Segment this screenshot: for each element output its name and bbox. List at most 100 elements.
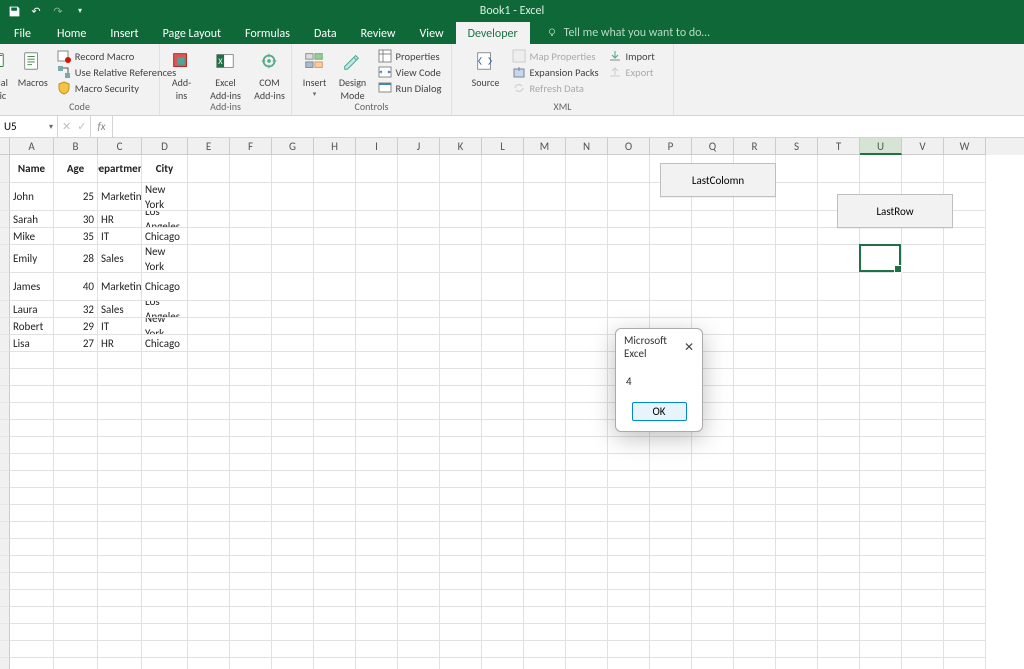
cell[interactable]: [734, 301, 776, 318]
cell[interactable]: [818, 624, 860, 641]
cell[interactable]: [902, 641, 944, 658]
cell[interactable]: [398, 522, 440, 539]
row-header[interactable]: [0, 403, 10, 420]
cell[interactable]: [650, 471, 692, 488]
cell[interactable]: [230, 505, 272, 522]
cell[interactable]: [440, 539, 482, 556]
cell[interactable]: [314, 658, 356, 669]
cell[interactable]: [98, 369, 142, 386]
cell[interactable]: [608, 183, 650, 211]
cell[interactable]: [776, 420, 818, 437]
cell[interactable]: [398, 335, 440, 352]
cell[interactable]: [902, 624, 944, 641]
cell[interactable]: [692, 301, 734, 318]
row-header[interactable]: [0, 488, 10, 505]
cell[interactable]: [356, 386, 398, 403]
cell[interactable]: [944, 641, 986, 658]
cell[interactable]: [314, 539, 356, 556]
cell[interactable]: [188, 437, 230, 454]
row-header[interactable]: [0, 335, 10, 352]
cell[interactable]: [566, 471, 608, 488]
cell[interactable]: [142, 471, 188, 488]
cell[interactable]: [98, 573, 142, 590]
cell[interactable]: [272, 211, 314, 228]
col-header-A[interactable]: A: [10, 138, 54, 155]
cell[interactable]: [608, 471, 650, 488]
cell[interactable]: [524, 211, 566, 228]
cell[interactable]: HR: [98, 335, 142, 352]
row-header[interactable]: [0, 505, 10, 522]
cell[interactable]: [440, 386, 482, 403]
cell[interactable]: [524, 183, 566, 211]
cell[interactable]: [944, 437, 986, 454]
cell[interactable]: [398, 488, 440, 505]
cell[interactable]: [524, 386, 566, 403]
cell[interactable]: [860, 369, 902, 386]
cell[interactable]: [230, 471, 272, 488]
cell[interactable]: [860, 488, 902, 505]
cell[interactable]: [440, 301, 482, 318]
cell[interactable]: 29: [54, 318, 98, 335]
cell[interactable]: [98, 607, 142, 624]
col-header-N[interactable]: N: [566, 138, 608, 155]
cell[interactable]: [230, 211, 272, 228]
cell[interactable]: [650, 301, 692, 318]
cell[interactable]: [860, 539, 902, 556]
cell[interactable]: [608, 590, 650, 607]
cell[interactable]: [10, 658, 54, 669]
cell[interactable]: [98, 556, 142, 573]
cell[interactable]: [818, 228, 860, 245]
cell[interactable]: [776, 658, 818, 669]
cell[interactable]: [398, 273, 440, 301]
close-icon[interactable]: ✕: [684, 340, 694, 355]
row-header[interactable]: [0, 155, 10, 183]
row-header[interactable]: [0, 386, 10, 403]
tell-me-search[interactable]: Tell me what you want to do…: [530, 22, 710, 44]
cell[interactable]: [776, 155, 818, 183]
macros-button[interactable]: Macros: [15, 46, 51, 89]
tab-data[interactable]: Data: [302, 22, 349, 44]
cell[interactable]: [314, 386, 356, 403]
tab-view[interactable]: View: [408, 22, 456, 44]
cell[interactable]: 40: [54, 273, 98, 301]
cell[interactable]: [566, 318, 608, 335]
cell[interactable]: [776, 471, 818, 488]
row-header[interactable]: [0, 273, 10, 301]
cell[interactable]: [272, 301, 314, 318]
cell[interactable]: [524, 624, 566, 641]
cell[interactable]: [902, 590, 944, 607]
cell[interactable]: [566, 573, 608, 590]
cell[interactable]: [356, 471, 398, 488]
cell[interactable]: [98, 352, 142, 369]
row-header[interactable]: [0, 471, 10, 488]
last-row-button[interactable]: LastRow: [837, 194, 953, 228]
cell[interactable]: [10, 420, 54, 437]
cell[interactable]: [650, 505, 692, 522]
cell[interactable]: [944, 273, 986, 301]
cell[interactable]: [440, 420, 482, 437]
cell[interactable]: [142, 641, 188, 658]
cell[interactable]: [944, 420, 986, 437]
cell[interactable]: [902, 488, 944, 505]
cell[interactable]: [776, 273, 818, 301]
cell[interactable]: [440, 454, 482, 471]
cell[interactable]: [566, 155, 608, 183]
cell[interactable]: [944, 505, 986, 522]
cell[interactable]: [692, 228, 734, 245]
cell[interactable]: [142, 437, 188, 454]
cell[interactable]: [356, 539, 398, 556]
cell[interactable]: [314, 155, 356, 183]
cell[interactable]: [650, 590, 692, 607]
cell[interactable]: [272, 403, 314, 420]
cell[interactable]: [902, 573, 944, 590]
cell[interactable]: [356, 301, 398, 318]
cell[interactable]: [734, 607, 776, 624]
cell[interactable]: [188, 211, 230, 228]
cell[interactable]: [944, 386, 986, 403]
cell[interactable]: [142, 556, 188, 573]
cell[interactable]: [230, 590, 272, 607]
cell[interactable]: [482, 539, 524, 556]
cell[interactable]: [272, 641, 314, 658]
cell[interactable]: [314, 556, 356, 573]
tab-file[interactable]: File: [0, 22, 45, 44]
